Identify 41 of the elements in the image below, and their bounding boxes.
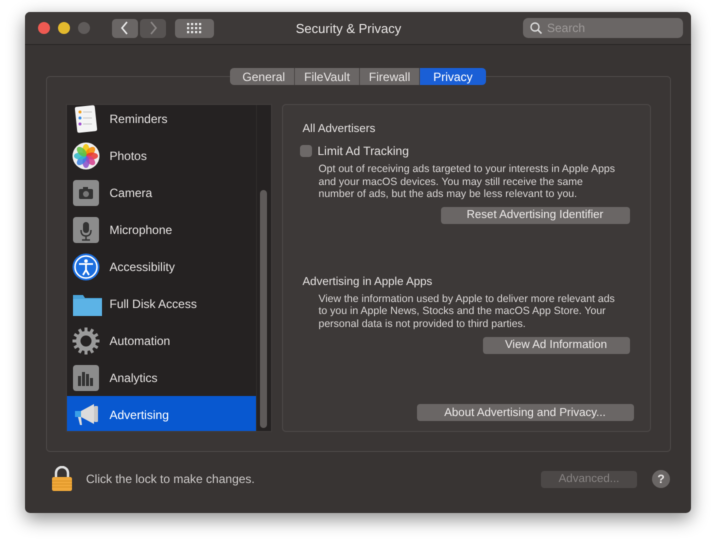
sidebar-item[interactable]: Photos: [66, 137, 256, 174]
sidebar-item[interactable]: Accessibility: [66, 248, 256, 285]
sidebar-item[interactable]: Analytics: [66, 359, 256, 396]
description-text: View the information used by Apple to deliver more relevant ads to you in Apple News, Stocks and the macOS App Store. Your personal data is not provided to third parties.: [318, 292, 616, 331]
action-button[interactable]: View Ad Information: [482, 336, 630, 354]
lock-icon: [51, 466, 73, 492]
analytics-icon: [72, 364, 102, 392]
search-icon: [530, 22, 542, 34]
tab[interactable]: Privacy: [420, 68, 486, 85]
camera-icon: [72, 178, 102, 206]
section-heading: All Advertisers: [302, 123, 376, 135]
scrollbar-thumb[interactable]: [260, 190, 267, 428]
accessibility-icon: [72, 252, 102, 280]
sidebar-item[interactable]: Automation: [66, 322, 256, 359]
limit-checkbox[interactable]: Limit Ad Tracking: [300, 144, 650, 158]
gear-icon: [72, 326, 102, 354]
status-text: Click the lock to make changes.: [86, 472, 255, 486]
minimize-button[interactable]: [58, 22, 70, 34]
close-button[interactable]: [38, 22, 50, 34]
show-all-button[interactable]: [175, 18, 214, 38]
tab[interactable]: Firewall: [360, 68, 420, 85]
grid-icon: [187, 22, 202, 34]
tab[interactable]: FileVault: [295, 68, 360, 85]
sidebar-item[interactable]: Advertising: [66, 396, 256, 431]
description-text: Opt out of receiving ads targeted to your interests in Apple Apps and your macOS devices. You may still receive the same number of ads, but the ads may be less relevant to you.: [318, 163, 616, 201]
tab[interactable]: General: [230, 68, 296, 85]
back-icon: [120, 21, 130, 35]
photos-icon: [72, 142, 102, 170]
sidebar-item[interactable]: Microphone: [66, 211, 256, 248]
section-heading: Advertising in Apple Apps: [302, 276, 434, 288]
sidebar-item[interactable]: Reminders: [66, 105, 256, 137]
sidebar-item[interactable]: Camera: [66, 174, 256, 211]
microphone-icon: [72, 216, 102, 244]
about-button[interactable]: About Advertising and Privacy...: [416, 404, 634, 421]
forward-icon: [148, 21, 158, 35]
window-title: Security & Privacy: [294, 20, 402, 36]
zoom-button[interactable]: [78, 22, 90, 34]
back-button[interactable]: [112, 18, 138, 38]
help-button[interactable]: ?: [652, 470, 670, 488]
sidebar-item[interactable]: Full Disk Access: [66, 285, 256, 322]
action-button[interactable]: Reset Advertising Identifier: [440, 206, 630, 224]
